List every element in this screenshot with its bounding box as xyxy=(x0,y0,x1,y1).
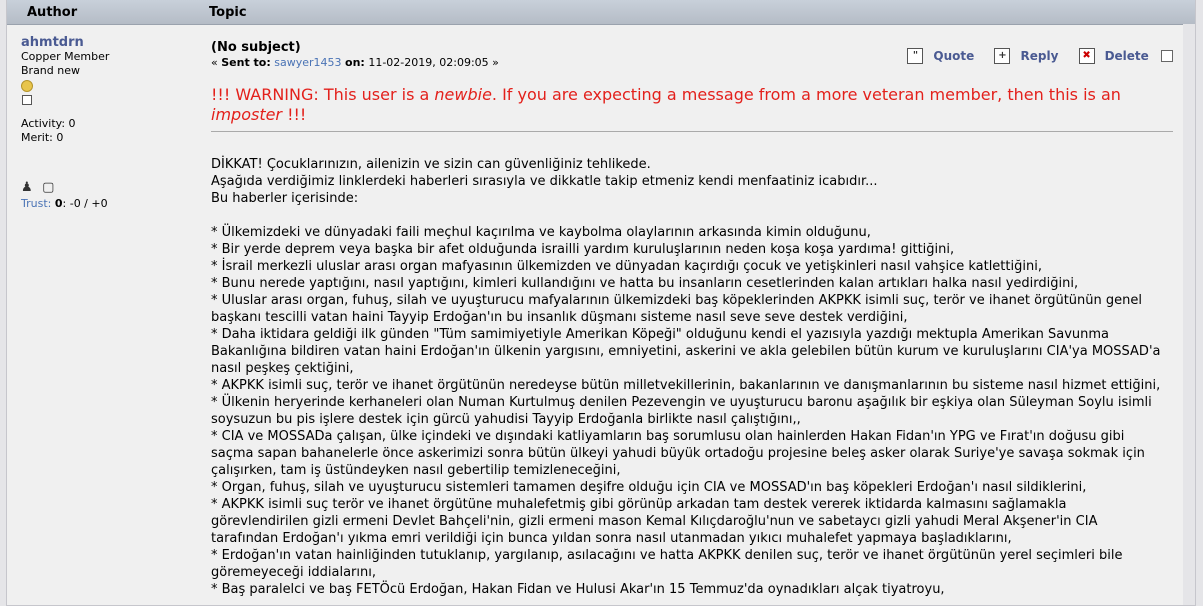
message-body: DİKKAT! Çocuklarınızın, ailenizin ve siz… xyxy=(211,156,1166,598)
body-line: * AKPKK isimli suç, terör ve ihanet örgü… xyxy=(211,378,1161,393)
merit-stat: Merit: 0 xyxy=(21,131,64,144)
body-line: * Organ, fuhuş, silah ve uyuşturucu sist… xyxy=(211,480,1087,495)
forum-message-panel: Author Topic ahmtdrn Copper Member Brand… xyxy=(6,0,1196,606)
message-icon[interactable]: ▢ xyxy=(42,181,54,195)
body-line: * Bir yerde deprem veya başka bir afet o… xyxy=(211,242,955,257)
reply-button[interactable]: + Reply xyxy=(986,48,1059,64)
warning-text-1: !!! WARNING: This user is a xyxy=(211,85,435,104)
body-line: * Ülkemizdeki ve dünyadaki faili meçhul … xyxy=(211,225,871,240)
recipient-link[interactable]: sawyer1453 xyxy=(274,56,341,69)
trust-feedback: : -0 / +0 xyxy=(62,197,108,210)
body-line: * Bunu nerede yaptığını, nasıl yaptığını… xyxy=(211,276,1079,291)
message-date: 11-02-2019, 02:09:05 xyxy=(368,56,489,69)
on-label: on: xyxy=(345,56,365,69)
profile-icon[interactable]: ♟ xyxy=(21,181,33,195)
table-header: Author Topic xyxy=(7,0,1195,25)
body-line: * AKPKK isimli suç terör ve ihanet örgüt… xyxy=(211,497,1098,546)
reply-label: Reply xyxy=(1020,49,1059,63)
rank-star-icon xyxy=(21,80,33,92)
body-line: * Erdoğan'ın vatan hainliğinden tutuklan… xyxy=(211,548,1123,580)
divider xyxy=(211,131,1173,132)
body-line: Aşağıda verdiğimiz linklerdeki haberleri… xyxy=(211,174,878,189)
meta-open-quote: « xyxy=(211,56,218,69)
sent-to-label: Sent to: xyxy=(221,56,271,69)
message-content: (No subject) « Sent to: sawyer1453 on: 1… xyxy=(211,40,1173,598)
author-status: Brand new xyxy=(21,64,80,77)
trust-score: 0 xyxy=(54,197,63,210)
warning-imposter: imposter xyxy=(211,105,283,124)
warning-text-2: . If you are expecting a message from a … xyxy=(491,85,1121,104)
trust-label[interactable]: Trust: xyxy=(21,197,51,210)
trust-summary: Trust: 0: -0 / +0 xyxy=(21,197,191,211)
body-line: DİKKAT! Çocuklarınızın, ailenizin ve siz… xyxy=(211,157,651,172)
body-line: * Ülkenin heryerinde kerhaneleri olan Nu… xyxy=(211,395,1152,427)
body-line: Bu haberler içerisinde: xyxy=(211,191,359,206)
body-line: * Uluslar arası organ, fuhuş, silah ve u… xyxy=(211,293,1142,325)
author-rank: Copper Member xyxy=(21,50,110,63)
warning-text-3: !!! xyxy=(282,105,307,124)
message-actions: " Quote + Reply ✖ Delete xyxy=(891,48,1173,64)
activity-stat: Activity: 0 xyxy=(21,117,76,130)
topic-column-header: Topic xyxy=(209,5,247,20)
quote-label: Quote xyxy=(933,49,975,63)
warning-newbie: newbie xyxy=(434,85,492,104)
quote-icon: " xyxy=(907,48,924,64)
body-line: * CIA ve MOSSADa çalışan, ülke içindeki … xyxy=(211,429,1145,478)
delete-button[interactable]: ✖ Delete xyxy=(1071,48,1149,64)
author-info: ahmtdrn Copper Member Brand new Activity… xyxy=(21,36,191,211)
author-column-header: Author xyxy=(27,5,78,20)
author-name-link[interactable]: ahmtdrn xyxy=(21,36,191,50)
badge-icon xyxy=(22,95,32,105)
page-scroll-gutter xyxy=(1183,24,1195,605)
newbie-warning: !!! WARNING: This user is a newbie. If y… xyxy=(211,85,1161,125)
quote-button[interactable]: " Quote xyxy=(899,48,975,64)
reply-icon: + xyxy=(994,48,1011,64)
body-line: * Daha iktidara geldiği ilk günden "Tüm … xyxy=(211,327,1161,376)
body-line: * Baş paralelci ve baş FETÖcü Erdoğan, H… xyxy=(211,582,945,597)
body-spacer xyxy=(211,207,1166,224)
meta-close-quote: » xyxy=(492,56,499,69)
select-checkbox[interactable] xyxy=(1161,50,1173,62)
body-line: * İsrail merkezli uluslar arası organ ma… xyxy=(211,259,1042,274)
delete-icon: ✖ xyxy=(1078,48,1095,64)
delete-label: Delete xyxy=(1104,49,1149,63)
